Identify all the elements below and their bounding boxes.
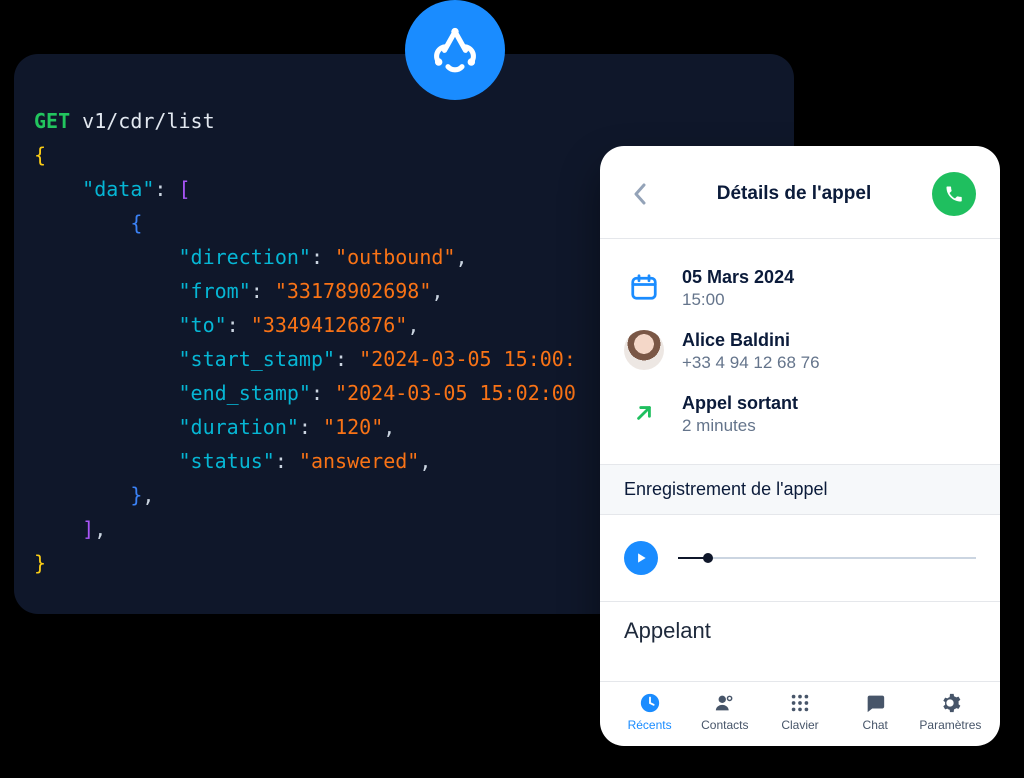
call-type: Appel sortant <box>682 393 798 414</box>
keypad-icon <box>789 692 811 714</box>
phone-icon <box>944 184 964 204</box>
play-icon <box>634 551 648 565</box>
tab-label: Chat <box>863 718 888 732</box>
http-method: GET <box>34 109 70 133</box>
audio-player <box>600 515 1000 601</box>
tab-label: Clavier <box>781 718 818 732</box>
tab-label: Paramètres <box>919 718 981 732</box>
tab-bar: Récents Contacts Clavier Chat Paramètres <box>600 681 1000 746</box>
call-button[interactable] <box>932 172 976 216</box>
call-date: 05 Mars 2024 <box>682 267 794 288</box>
contacts-icon <box>714 692 736 714</box>
tab-keypad[interactable]: Clavier <box>762 692 837 732</box>
chat-icon <box>864 692 886 714</box>
audio-thumb[interactable] <box>703 553 713 563</box>
contact-row[interactable]: Alice Baldini +33 4 94 12 68 76 <box>624 320 976 383</box>
avatar <box>624 330 664 370</box>
date-row: 05 Mars 2024 15:00 <box>624 257 976 320</box>
call-info-block: 05 Mars 2024 15:00 Alice Baldini +33 4 9… <box>600 239 1000 464</box>
play-button[interactable] <box>624 541 658 575</box>
api-path: v1/cdr/list <box>82 109 214 133</box>
tab-settings[interactable]: Paramètres <box>913 692 988 732</box>
tab-label: Contacts <box>701 718 748 732</box>
outgoing-arrow-icon <box>624 393 664 433</box>
call-type-row: Appel sortant 2 minutes <box>624 383 976 446</box>
gear-icon <box>939 692 961 714</box>
call-duration: 2 minutes <box>682 416 798 436</box>
chevron-left-icon <box>633 183 647 205</box>
webhook-badge <box>405 0 505 100</box>
caller-section-header: Appelant <box>600 602 1000 652</box>
call-details-card: Détails de l'appel 05 Mars 2024 15:00 Al… <box>600 146 1000 746</box>
tab-chat[interactable]: Chat <box>838 692 913 732</box>
recording-section-header: Enregistrement de l'appel <box>600 464 1000 515</box>
contact-number: +33 4 94 12 68 76 <box>682 353 820 373</box>
webhook-icon <box>427 20 483 81</box>
clock-icon <box>639 692 661 714</box>
phone-header: Détails de l'appel <box>600 146 1000 238</box>
tab-label: Récents <box>628 718 672 732</box>
tab-contacts[interactable]: Contacts <box>687 692 762 732</box>
call-time: 15:00 <box>682 290 794 310</box>
back-button[interactable] <box>624 178 656 210</box>
audio-track[interactable] <box>678 557 976 559</box>
calendar-icon <box>624 267 664 307</box>
page-title: Détails de l'appel <box>717 183 871 205</box>
contact-name: Alice Baldini <box>682 330 820 351</box>
tab-recents[interactable]: Récents <box>612 692 687 732</box>
